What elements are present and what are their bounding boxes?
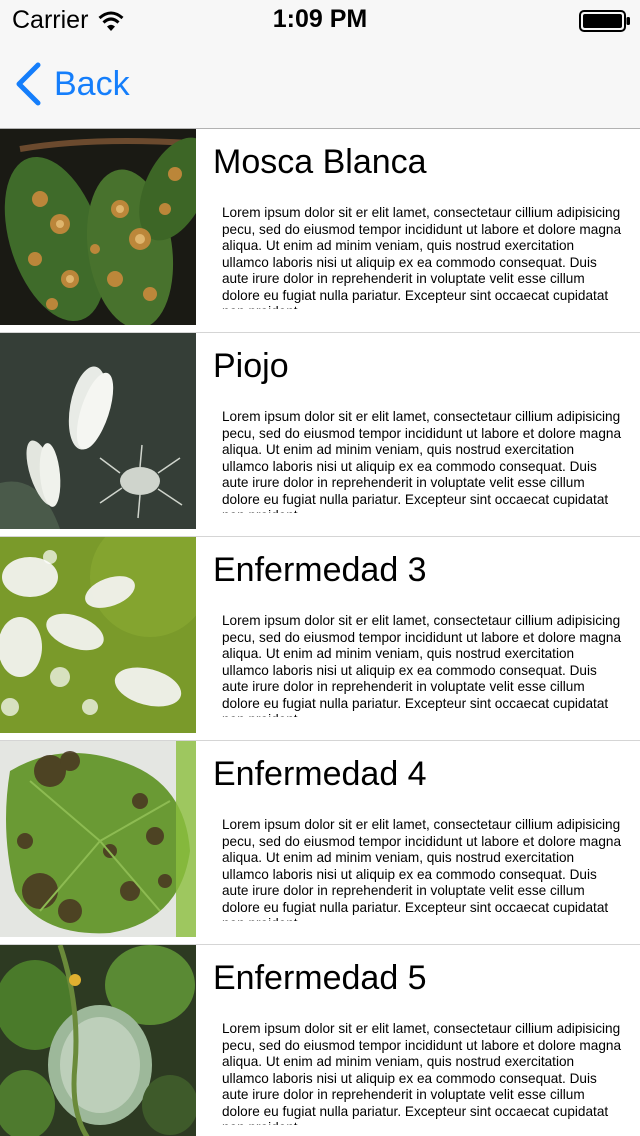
row-title: Piojo <box>213 347 289 385</box>
list-item[interactable]: Enfermedad 3 Lorem ipsum dolor sit er el… <box>0 537 640 741</box>
battery-icon <box>579 10 630 32</box>
navigation-bar: Back <box>0 40 640 129</box>
list-item[interactable]: Enfermedad 5 Lorem ipsum dolor sit er el… <box>0 945 640 1136</box>
row-description: Lorem ipsum dolor sit er elit lamet, con… <box>222 613 621 717</box>
chevron-left-icon <box>16 62 41 106</box>
row-title: Enfermedad 3 <box>213 551 427 589</box>
blighted-leaf-photo <box>0 741 196 937</box>
row-description: Lorem ipsum dolor sit er elit lamet, con… <box>222 817 621 921</box>
status-time: 1:09 PM <box>272 5 368 33</box>
row-title: Enfermedad 4 <box>213 755 427 793</box>
back-button[interactable]: Back <box>14 60 130 108</box>
row-title: Enfermedad 5 <box>213 959 427 997</box>
list-item[interactable]: Piojo Lorem ipsum dolor sit er elit lame… <box>0 333 640 537</box>
row-description: Lorem ipsum dolor sit er elit lamet, con… <box>222 1021 621 1125</box>
disease-list: Mosca Blanca Lorem ipsum dolor sit er el… <box>0 129 640 1136</box>
list-item[interactable]: Enfermedad 4 Lorem ipsum dolor sit er el… <box>0 741 640 945</box>
back-label: Back <box>54 64 130 103</box>
status-bar: Carrier 1:09 PM <box>0 0 640 40</box>
row-description: Lorem ipsum dolor sit er elit lamet, con… <box>222 205 621 309</box>
row-description: Lorem ipsum dolor sit er elit lamet, con… <box>222 409 621 513</box>
powdery-mildew-photo <box>0 945 196 1136</box>
leaf-spot-photo <box>0 129 196 325</box>
list-item[interactable]: Mosca Blanca Lorem ipsum dolor sit er el… <box>0 129 640 333</box>
row-title: Mosca Blanca <box>213 143 427 181</box>
whitefly-photo <box>0 333 196 529</box>
mealybug-photo <box>0 537 196 733</box>
